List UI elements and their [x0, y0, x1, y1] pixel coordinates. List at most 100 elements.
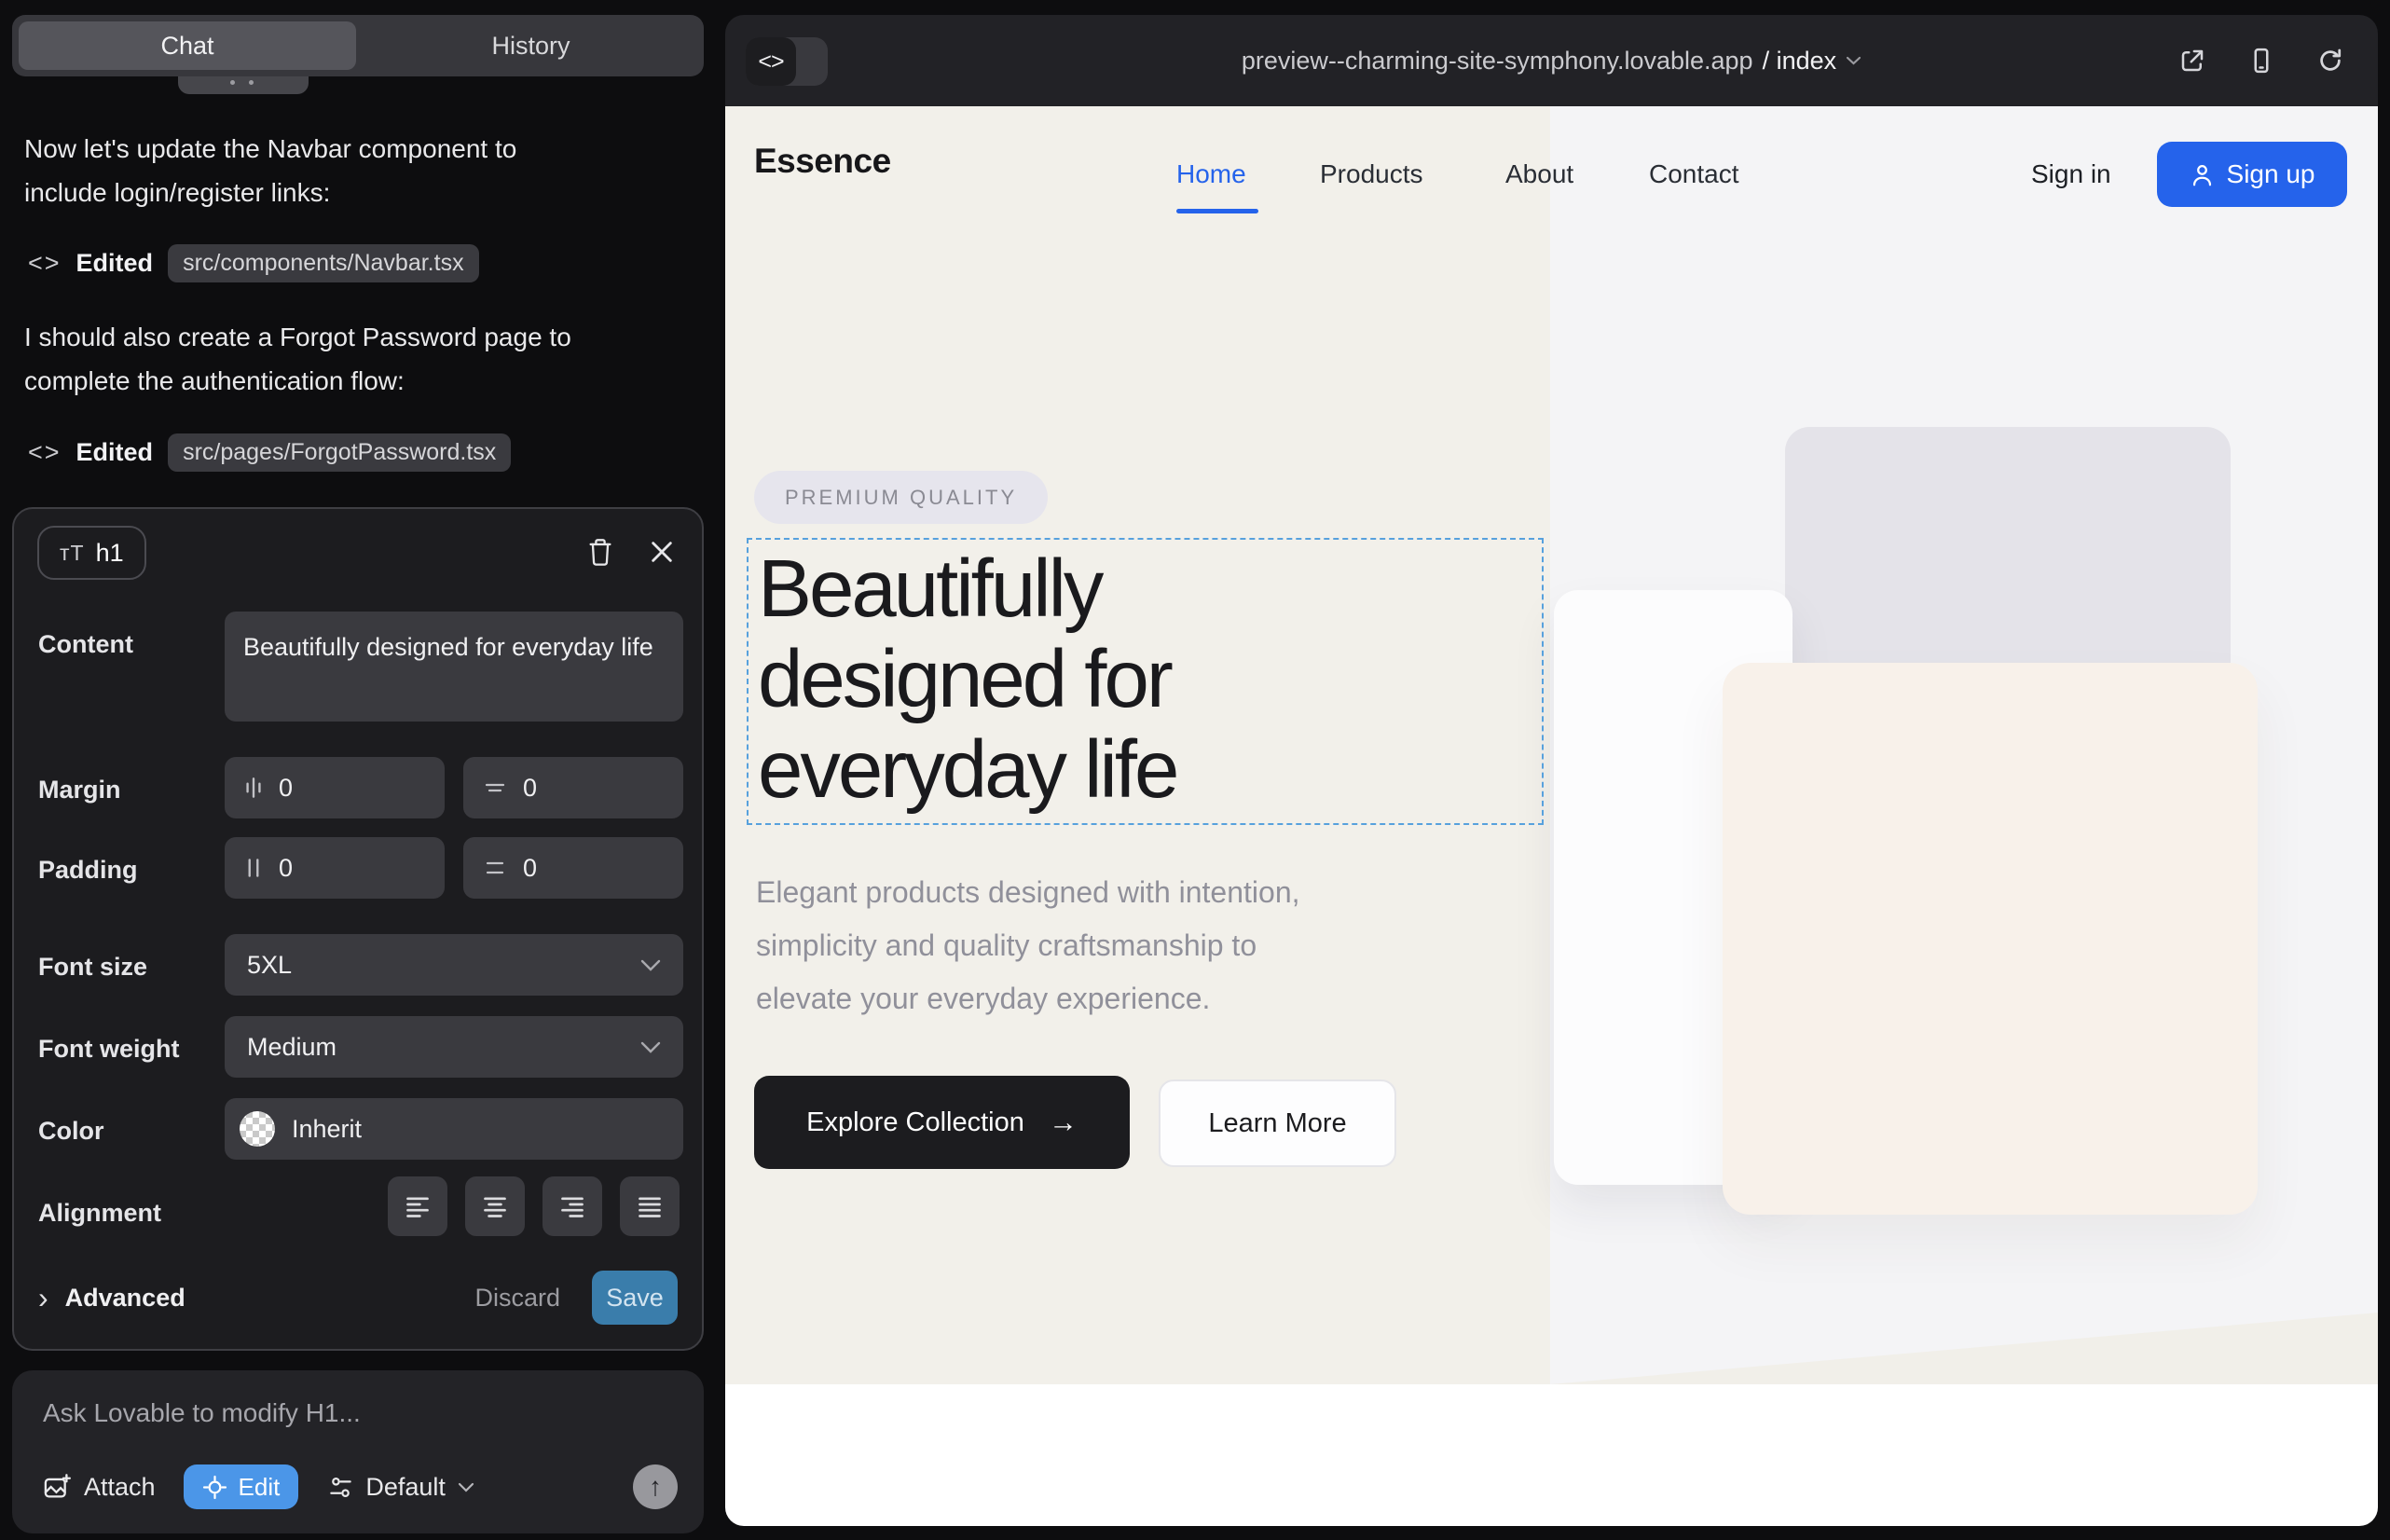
font-size-label: Font size: [38, 953, 147, 982]
margin-vertical-input[interactable]: 0: [463, 757, 683, 818]
hero-paragraph-line: Elegant products designed with intention…: [756, 866, 1300, 919]
code-icon: <>: [28, 438, 62, 467]
sign-in-link[interactable]: Sign in: [2031, 159, 2111, 189]
edited-file-row: <> Edited src/components/Navbar.tsx: [28, 242, 479, 283]
font-weight-select[interactable]: Medium: [225, 1016, 683, 1078]
transparency-swatch-icon: [240, 1111, 275, 1147]
chevron-down-icon: [1846, 56, 1861, 65]
chat-message-line: I should also create a Forgot Password p…: [24, 315, 639, 359]
font-size-select[interactable]: 5XL: [225, 934, 683, 996]
hero-paragraph-line: simplicity and quality craftsmanship to: [756, 919, 1300, 972]
align-right-icon: [558, 1193, 586, 1219]
close-inspector-button[interactable]: [646, 535, 678, 569]
open-in-new-tab-button[interactable]: [2177, 45, 2208, 76]
attach-label: Attach: [84, 1473, 156, 1502]
color-value: Inherit: [292, 1115, 362, 1144]
hero-heading-line: everyday life: [758, 724, 1176, 815]
send-button[interactable]: ↑: [633, 1464, 678, 1509]
explore-collection-button[interactable]: Explore Collection →: [754, 1076, 1130, 1169]
chat-message-line: include login/register links:: [24, 171, 639, 214]
attach-button[interactable]: Attach: [43, 1473, 156, 1502]
tab-chat[interactable]: Chat: [19, 21, 356, 70]
chat-message: I should also create a Forgot Password p…: [24, 315, 639, 403]
font-weight-value: Medium: [247, 1033, 337, 1062]
edited-label: Edited: [76, 249, 154, 278]
preview-browser-frame: <> preview--charming-site-symphony.lovab…: [725, 15, 2378, 1526]
padding-horizontal-icon: [243, 854, 264, 882]
sliders-icon: [328, 1475, 353, 1500]
chevron-down-icon: [640, 959, 661, 971]
hero-heading: Beautifully designed for everyday life: [758, 543, 1176, 815]
color-label: Color: [38, 1117, 104, 1146]
align-justify-icon: [636, 1193, 664, 1219]
align-justify-button[interactable]: [620, 1176, 680, 1236]
color-select[interactable]: Inherit: [225, 1098, 683, 1160]
nav-link-home[interactable]: Home: [1176, 159, 1246, 189]
chat-message: Now let's update the Navbar component to…: [24, 127, 639, 214]
margin-horizontal-icon: [243, 774, 264, 802]
content-input[interactable]: Beautifully designed for everyday life: [225, 612, 683, 722]
padding-horizontal-input[interactable]: 0: [225, 837, 445, 899]
hero-paragraph: Elegant products designed with intention…: [756, 866, 1300, 1025]
hero-heading-line: Beautifully: [758, 543, 1176, 634]
site-preview: Essence Home Products About Contact Sign…: [725, 106, 2378, 1526]
advanced-label: Advanced: [65, 1284, 185, 1313]
delete-element-button[interactable]: [584, 535, 616, 569]
element-tag-label: h1: [96, 539, 124, 568]
url-host: preview--charming-site-symphony.lovable.…: [1242, 47, 1753, 76]
close-icon: [649, 539, 675, 565]
padding-vertical-input[interactable]: 0: [463, 837, 683, 899]
site-logo[interactable]: Essence: [754, 142, 891, 181]
mode-label: Default: [365, 1473, 446, 1502]
discard-button[interactable]: Discard: [474, 1284, 560, 1313]
padding-vertical-value: 0: [523, 854, 537, 883]
edit-mode-button[interactable]: Edit: [184, 1464, 299, 1509]
edited-label: Edited: [76, 438, 154, 467]
margin-horizontal-input[interactable]: 0: [225, 757, 445, 818]
edited-file-row: <> Edited src/pages/ForgotPassword.tsx: [28, 432, 511, 473]
url-page: / index: [1763, 47, 1837, 76]
user-icon: [2190, 162, 2215, 187]
decorative-card-cream: [1723, 663, 2258, 1215]
alignment-label: Alignment: [38, 1199, 161, 1228]
element-tag-pill[interactable]: тT h1: [37, 526, 146, 580]
chat-sidebar: Chat History Now let's update the Navbar…: [0, 0, 710, 1540]
padding-vertical-icon: [482, 858, 508, 878]
hero-heading-line: designed for: [758, 634, 1176, 724]
chat-composer[interactable]: Ask Lovable to modify H1... Attach: [12, 1370, 704, 1533]
margin-vertical-icon: [482, 777, 508, 798]
active-nav-underline: [1176, 209, 1258, 213]
refresh-button[interactable]: [2314, 45, 2346, 76]
selected-element-outline[interactable]: Beautifully designed for everyday life: [747, 538, 1544, 825]
font-weight-label: Font weight: [38, 1035, 179, 1064]
sign-up-button[interactable]: Sign up: [2157, 142, 2347, 207]
content-label: Content: [38, 630, 133, 659]
element-inspector-panel: тT h1 Content Beautifully designed for e…: [12, 507, 704, 1351]
tab-history[interactable]: History: [358, 15, 704, 76]
learn-more-button[interactable]: Learn More: [1159, 1079, 1396, 1167]
chevron-down-icon: [640, 1041, 661, 1053]
external-link-icon: [2178, 47, 2206, 75]
typography-icon: тT: [60, 541, 85, 566]
align-left-button[interactable]: [388, 1176, 447, 1236]
premium-quality-badge: PREMIUM QUALITY: [754, 471, 1048, 524]
composer-actions: Attach Edit: [43, 1464, 678, 1510]
file-chip[interactable]: src/components/Navbar.tsx: [168, 244, 479, 282]
nav-link-products[interactable]: Products: [1320, 159, 1423, 189]
url-bar[interactable]: preview--charming-site-symphony.lovable.…: [725, 15, 2378, 106]
chevron-right-icon: ›: [38, 1286, 48, 1311]
model-mode-select[interactable]: Default: [328, 1473, 474, 1502]
file-chip[interactable]: src/pages/ForgotPassword.tsx: [168, 433, 511, 472]
align-center-button[interactable]: [465, 1176, 525, 1236]
chat-history-tabbar: Chat History: [12, 15, 704, 76]
truncated-chip: [178, 76, 309, 94]
mobile-view-button[interactable]: [2246, 45, 2277, 76]
nav-link-about[interactable]: About: [1505, 159, 1573, 189]
advanced-toggle[interactable]: › Advanced: [38, 1284, 185, 1313]
font-size-value: 5XL: [247, 951, 292, 980]
nav-link-contact[interactable]: Contact: [1649, 159, 1739, 189]
align-left-icon: [404, 1193, 432, 1219]
chevron-down-icon: [458, 1482, 474, 1492]
save-button[interactable]: Save: [592, 1271, 678, 1325]
align-right-button[interactable]: [543, 1176, 602, 1236]
